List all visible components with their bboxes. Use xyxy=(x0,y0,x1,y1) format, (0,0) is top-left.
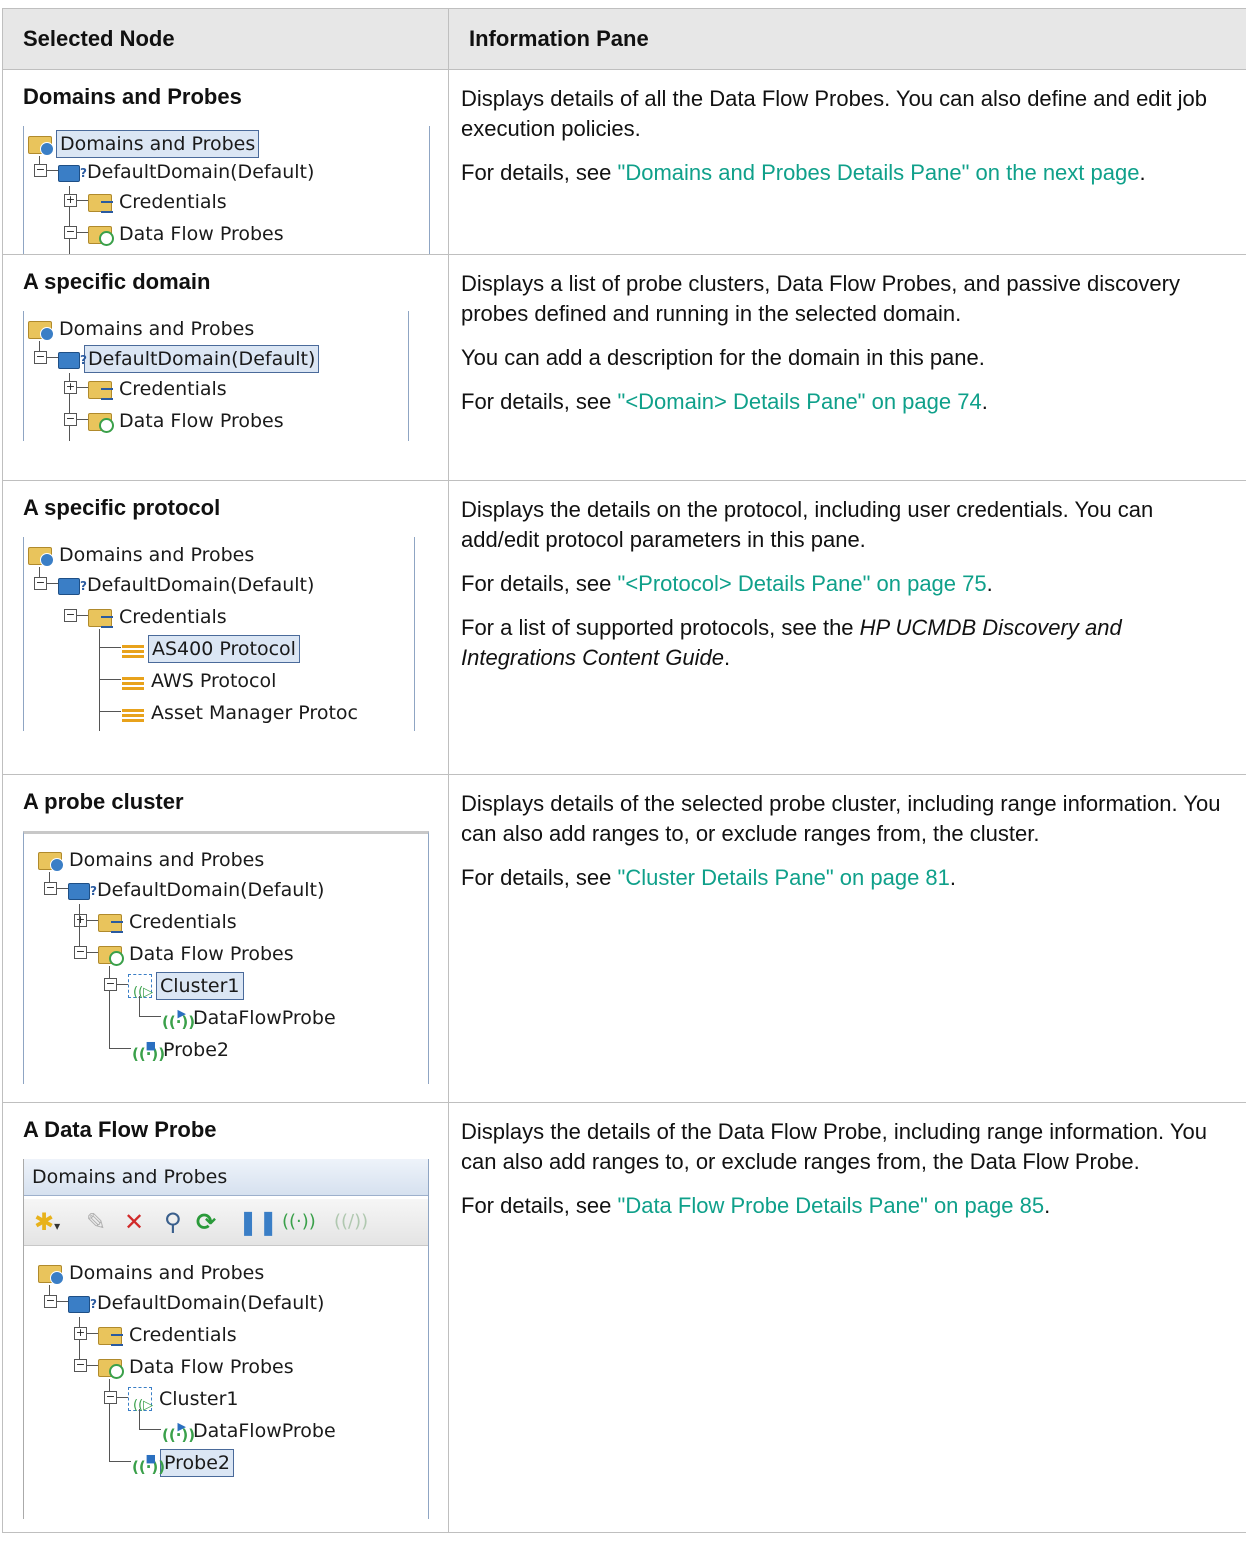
node-title: A specific domain xyxy=(23,269,211,294)
probe-icon: ((·)) ■ xyxy=(132,1451,166,1476)
probe-icon: ((·)) ▶ xyxy=(162,1006,196,1031)
node-title: A probe cluster xyxy=(23,789,184,814)
tree-node-root[interactable]: Domains and Probes xyxy=(56,540,257,570)
domain-icon: ? xyxy=(58,352,87,369)
tree-screenshot-domains: Domains and Probes − ? DefaultDomain(Defa… xyxy=(23,126,430,254)
activate-probe-icon[interactable]: ((·)) xyxy=(282,1207,316,1237)
probes-folder-icon xyxy=(98,946,124,966)
details-link[interactable]: "<Domain> Details Pane" on page 74 xyxy=(618,389,982,414)
header-selected-node: Selected Node xyxy=(2,8,449,70)
tree-node-root[interactable]: Domains and Probes xyxy=(66,1258,267,1288)
tree-node-credentials[interactable]: Credentials xyxy=(126,907,240,937)
cluster-icon: ((▷ xyxy=(128,1386,153,1413)
header-information-pane: Information Pane xyxy=(448,8,1246,70)
domain-icon: ? xyxy=(68,883,97,900)
row-description-2: You can add a description for the domain… xyxy=(461,345,985,370)
table-row: Domains and Probes Domains and Probes − … xyxy=(2,69,1246,255)
tree-node-credentials[interactable]: Credentials xyxy=(126,1320,240,1350)
panel-toolbar: ✱▾ ✎ ✕ ⚲ ⟳ ❚❚ ((·)) ((/)) xyxy=(24,1199,428,1246)
pause-icon[interactable]: ❚❚ xyxy=(238,1207,278,1237)
deactivate-probe-icon[interactable]: ((/)) xyxy=(334,1207,368,1237)
details-link[interactable]: "<Protocol> Details Pane" on page 75 xyxy=(618,571,987,596)
tree-node-probe2[interactable]: Probe2 xyxy=(160,1448,234,1477)
tree-node-cluster1[interactable]: Cluster1 xyxy=(156,971,244,1000)
probes-folder-icon xyxy=(88,413,114,433)
table-row: A probe cluster Domains and Probes − ? De… xyxy=(2,774,1246,1103)
tree-node-data-flow-probes[interactable]: Data Flow Probes xyxy=(116,406,287,436)
row-description: Displays details of all the Data Flow Pr… xyxy=(461,86,1208,141)
domain-icon: ? xyxy=(58,578,87,595)
protocol-icon xyxy=(122,708,144,723)
tree-node-domain[interactable]: DefaultDomain(Default) xyxy=(84,344,320,373)
tree-node-cluster1[interactable]: Cluster1 xyxy=(156,1384,242,1414)
nodes-table: Selected Node Information Pane Domains a… xyxy=(2,8,1246,1533)
folder-icon xyxy=(28,547,54,567)
folder-icon xyxy=(38,852,64,872)
tree-node-root[interactable]: Domains and Probes xyxy=(56,314,257,344)
tree-node-dataflowprobe[interactable]: DataFlowProbe xyxy=(190,1003,339,1033)
protocol-icon xyxy=(122,676,144,691)
tree-node-credentials[interactable]: Credentials xyxy=(116,374,230,404)
folder-icon xyxy=(28,321,54,341)
tree-node-root[interactable]: Domains and Probes xyxy=(56,129,260,158)
credentials-folder-icon xyxy=(88,381,113,400)
tree-screenshot-probe: Domains and Probes ✱▾ ✎ ✕ ⚲ ⟳ ❚❚ ((·)) (… xyxy=(23,1159,429,1519)
table-row: A Data Flow Probe Domains and Probes ✱▾ … xyxy=(2,1102,1246,1533)
probe-icon: ((·)) ■ xyxy=(132,1038,166,1063)
credentials-folder-icon xyxy=(88,194,113,213)
row-description: Displays a list of probe clusters, Data … xyxy=(461,271,1180,326)
credentials-folder-icon xyxy=(98,914,123,933)
table-row: A specific domain Domains and Probes − ?… xyxy=(2,254,1246,481)
table-header-row: Selected Node Information Pane xyxy=(2,8,1246,70)
tree-node-data-flow-probes[interactable]: Data Flow Probes xyxy=(126,1352,297,1382)
node-title: Domains and Probes xyxy=(23,84,242,109)
tree-node-data-flow-probes[interactable]: Data Flow Probes xyxy=(126,939,297,969)
row-description: Displays details of the selected probe c… xyxy=(461,791,1221,846)
row-description: Displays the details on the protocol, in… xyxy=(461,497,1154,552)
tree-screenshot-domain: Domains and Probes − ? DefaultDomain(Defa… xyxy=(23,311,409,441)
details-link[interactable]: "Cluster Details Pane" on page 81 xyxy=(618,865,950,890)
protocol-icon xyxy=(122,644,144,659)
probes-folder-icon xyxy=(88,226,114,246)
probe-icon: ((·)) ▶ xyxy=(162,1419,196,1444)
new-icon[interactable]: ✱▾ xyxy=(34,1207,60,1237)
tree-node-credentials[interactable]: Credentials xyxy=(116,187,230,217)
tree-node-dataflowprobe[interactable]: DataFlowProbe xyxy=(190,1416,339,1446)
tree-node-data-flow-probes[interactable]: Data Flow Probes xyxy=(116,219,287,249)
node-title: A specific protocol xyxy=(23,495,221,520)
node-title: A Data Flow Probe xyxy=(23,1117,217,1142)
credentials-folder-icon xyxy=(88,609,113,628)
domain-icon: ? xyxy=(58,165,87,182)
tree-node-domain[interactable]: DefaultDomain(Default) xyxy=(94,1288,327,1318)
cluster-icon: ((▷ xyxy=(128,973,153,1000)
tree-screenshot-protocol: Domains and Probes − ? DefaultDomain(Defa… xyxy=(23,537,415,731)
edit-icon[interactable]: ✎ xyxy=(86,1207,106,1237)
tree-node-probe2[interactable]: Probe2 xyxy=(160,1035,232,1065)
tree-node-domain[interactable]: DefaultDomain(Default) xyxy=(94,875,327,905)
domain-icon: ? xyxy=(68,1296,97,1313)
details-link[interactable]: "Domains and Probes Details Pane" on the… xyxy=(618,160,1140,185)
credentials-folder-icon xyxy=(98,1327,123,1346)
tree-node-asset-manager-protocol[interactable]: Asset Manager Protoc xyxy=(148,698,361,728)
tree-node-domain[interactable]: DefaultDomain(Default) xyxy=(84,157,317,187)
row-description: Displays the details of the Data Flow Pr… xyxy=(461,1119,1207,1174)
tree-node-root[interactable]: Domains and Probes xyxy=(66,845,267,875)
tree-node-credentials[interactable]: Credentials xyxy=(116,602,230,632)
folder-icon xyxy=(38,1265,64,1285)
tree-node-aws-protocol[interactable]: AWS Protocol xyxy=(148,666,279,696)
refresh-icon[interactable]: ⟳ xyxy=(196,1207,216,1237)
panel-title: Domains and Probes xyxy=(24,1159,428,1196)
tree-node-domain[interactable]: DefaultDomain(Default) xyxy=(84,570,317,600)
folder-icon xyxy=(28,136,54,156)
search-icon[interactable]: ⚲ xyxy=(164,1207,182,1237)
delete-icon[interactable]: ✕ xyxy=(124,1207,144,1237)
details-link[interactable]: "Data Flow Probe Details Pane" on page 8… xyxy=(618,1193,1045,1218)
probes-folder-icon xyxy=(98,1359,124,1379)
table-row: A specific protocol Domains and Probes −… xyxy=(2,480,1246,775)
tree-screenshot-cluster: Domains and Probes − ? DefaultDomain(Defa… xyxy=(23,831,429,1084)
tree-node-as400-protocol[interactable]: AS400 Protocol xyxy=(148,634,300,663)
